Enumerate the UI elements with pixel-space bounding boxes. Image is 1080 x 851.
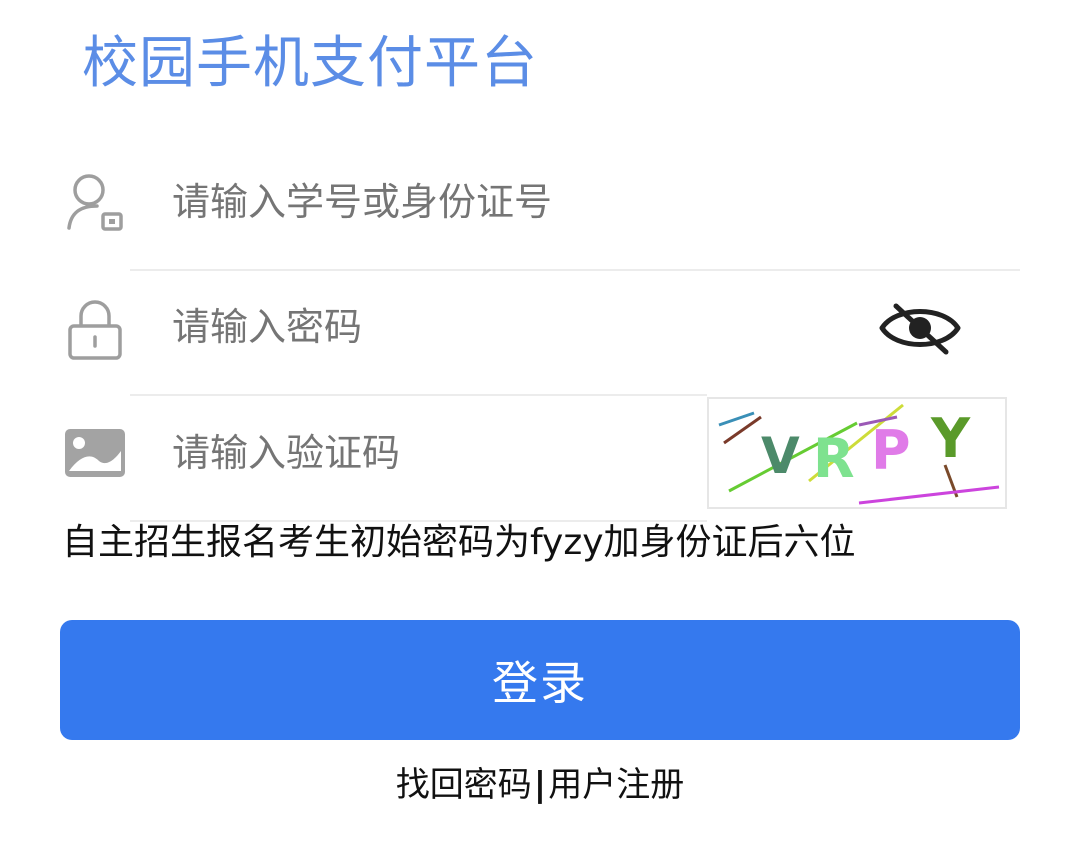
svg-text:P: P bbox=[871, 419, 911, 482]
lock-icon bbox=[60, 294, 130, 364]
divider bbox=[130, 269, 1020, 271]
login-button[interactable]: 登录 bbox=[60, 620, 1020, 740]
register-link[interactable]: 用户注册 bbox=[548, 765, 684, 805]
username-row bbox=[60, 165, 1020, 240]
recover-password-link[interactable]: 找回密码 bbox=[396, 765, 532, 805]
footer-links: 找回密码|用户注册 bbox=[0, 760, 1080, 810]
notice-text: 自主招生报名考生初始密码为fyzy加身份证后六位 bbox=[62, 522, 856, 563]
username-input[interactable] bbox=[172, 177, 772, 227]
login-page: 校园手机支付平台 请输入学号或身份证号 请输入验证码 V R P Y 自主招生报… bbox=[0, 0, 1080, 851]
captcha-image[interactable]: V R P Y bbox=[707, 397, 1007, 509]
link-separator: | bbox=[533, 765, 547, 805]
svg-text:Y: Y bbox=[930, 407, 971, 470]
password-row bbox=[60, 292, 1020, 367]
captcha-input[interactable] bbox=[172, 428, 692, 478]
svg-text:R: R bbox=[813, 427, 855, 490]
image-icon bbox=[60, 418, 130, 488]
divider bbox=[130, 394, 707, 396]
app-title: 校园手机支付平台 bbox=[82, 31, 538, 96]
svg-text:V: V bbox=[761, 427, 800, 485]
eye-off-icon[interactable] bbox=[878, 300, 962, 356]
password-input[interactable] bbox=[172, 302, 772, 352]
user-icon bbox=[60, 167, 130, 237]
